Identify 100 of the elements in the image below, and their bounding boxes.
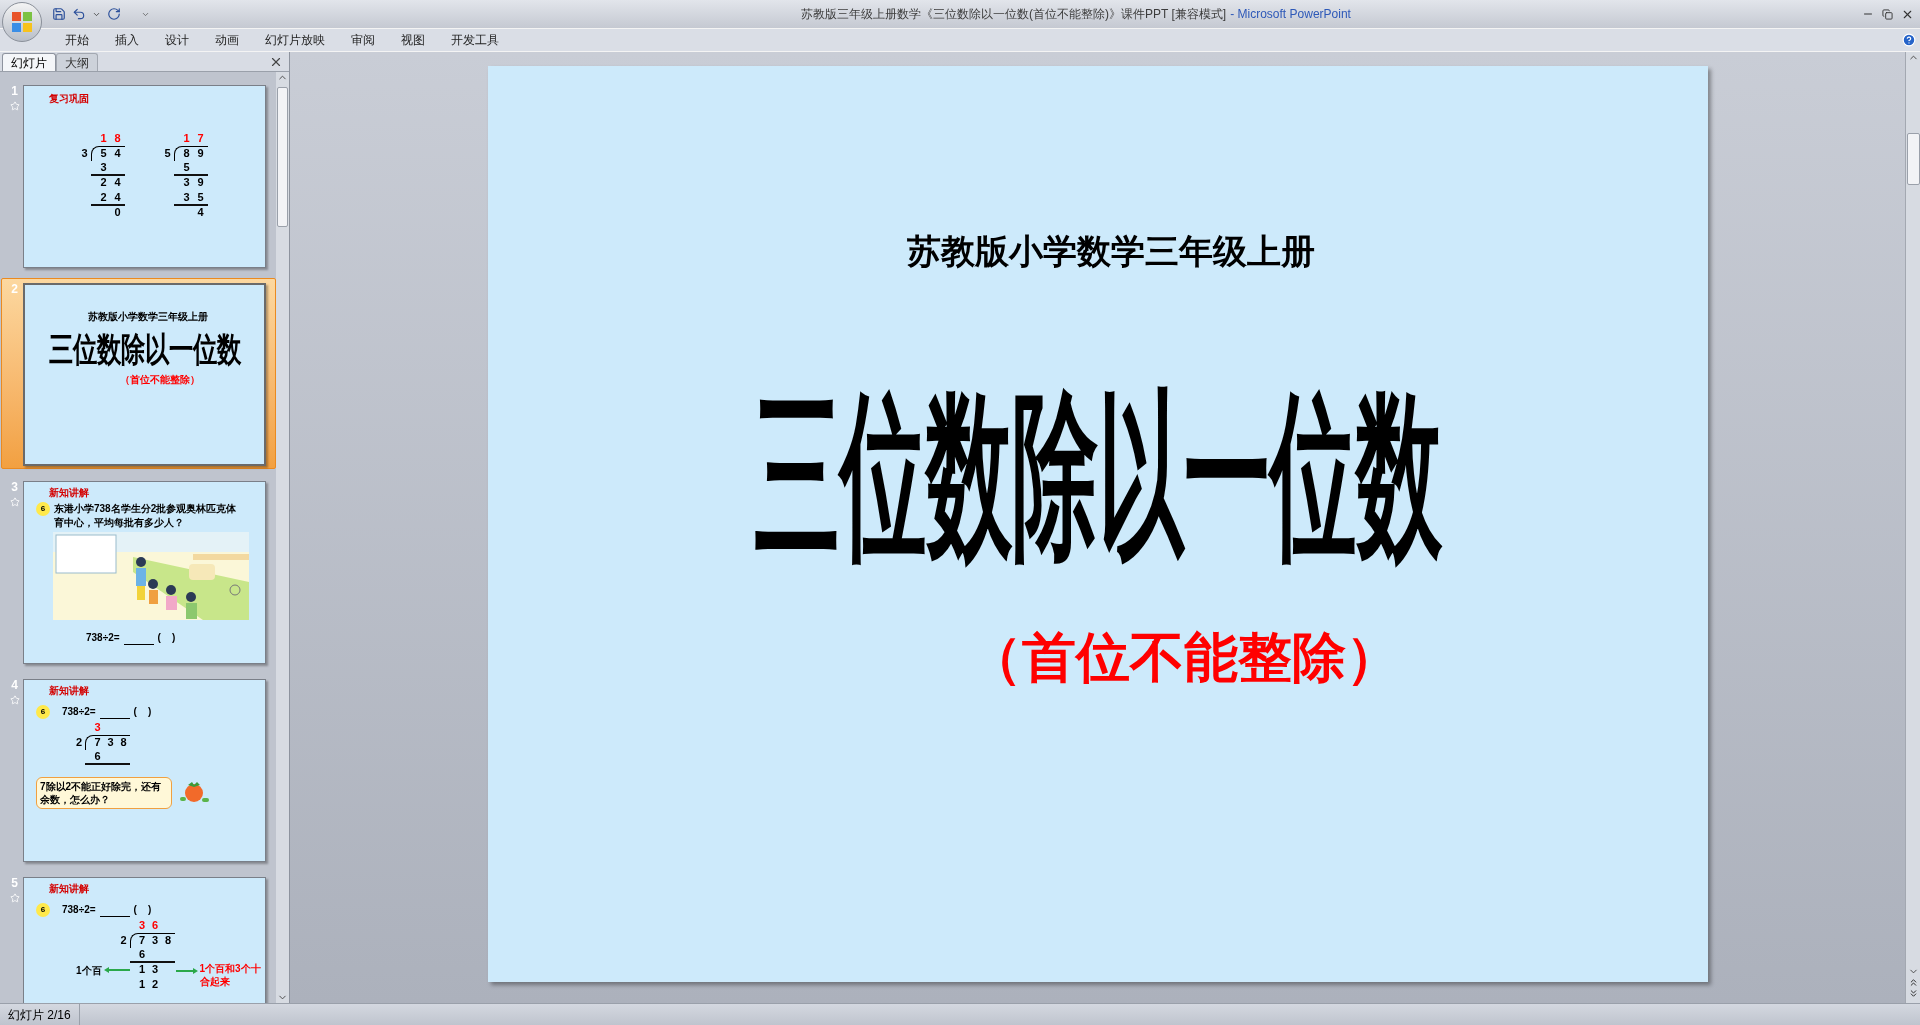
digit: 3	[151, 962, 160, 976]
office-logo-icon	[11, 11, 33, 33]
left-arrow-icon	[103, 967, 130, 973]
digit: 5	[99, 146, 108, 161]
redo-icon[interactable]	[107, 7, 121, 21]
slide-title: 三位数除以一位数	[48, 333, 241, 367]
digit: 3	[99, 160, 108, 174]
ribbon-tab[interactable]: 动画	[202, 31, 252, 49]
slide-indicator: 幻灯片 2/16	[0, 1004, 80, 1025]
pane-scrollbar[interactable]	[276, 72, 289, 1003]
pane-tab[interactable]: 幻灯片	[2, 53, 56, 71]
office-button[interactable]	[2, 2, 42, 42]
slide-thumbnail[interactable]: 苏教版小学数学三年级上册 三位数除以一位数 （首位不能整除）	[23, 283, 266, 466]
speech-bubble: 7除以2不能正好除完，还有余数，怎么办？	[36, 776, 172, 809]
scroll-thumb[interactable]	[1906, 133, 1920, 185]
digit: 1	[138, 977, 147, 991]
digit: 6	[93, 749, 102, 763]
number-badge: 6	[36, 502, 50, 516]
digit: 1	[99, 132, 108, 146]
digit: 8	[182, 146, 191, 161]
digit: 4	[113, 175, 122, 189]
digit: 1	[182, 132, 191, 146]
digit: 7	[93, 735, 102, 750]
digit: 2	[99, 175, 108, 189]
equation: 738÷2=	[86, 631, 120, 645]
slide-note: （首位不能整除）	[967, 625, 1400, 689]
ribbon-tab[interactable]: 审阅	[338, 31, 388, 49]
slide-title: 三位数除以一位数	[753, 384, 1442, 566]
question-text: 东港小学738名学生分2批参观奥林匹克体育中心，平均每批有多少人？	[54, 502, 238, 530]
digit: 5	[182, 160, 191, 174]
answer-parentheses: ( )	[133, 903, 152, 917]
ribbon-tab[interactable]: 设计	[152, 31, 202, 49]
close-pane-icon[interactable]	[269, 55, 283, 69]
right-arrow-icon	[175, 968, 198, 974]
help-icon[interactable]	[1902, 33, 1916, 47]
digit: 2	[76, 735, 84, 750]
slide-note: （首位不能整除）	[119, 373, 200, 387]
slide-number: 4	[11, 679, 18, 691]
answer-parentheses: ( )	[133, 705, 152, 719]
slide-number: 2	[11, 283, 18, 295]
restore-icon[interactable]	[1882, 8, 1893, 20]
slide-thumbnail[interactable]: 新知讲解 6 东港小学738名学生分2批参观奥林匹克体育中心，平均每批有多少人？ 738÷2= ( )	[23, 481, 266, 664]
main-scrollbar[interactable]	[1905, 52, 1920, 1003]
digit: 8	[119, 735, 128, 750]
slide-number: 1	[11, 85, 18, 97]
ribbon-tab[interactable]: 视图	[388, 31, 438, 49]
slide-subtitle: 苏教版小学数学三年级上册	[906, 230, 1315, 273]
digit: 9	[196, 175, 205, 189]
digit: 8	[164, 933, 173, 948]
digit: 3	[81, 146, 89, 161]
digit: 3	[106, 735, 115, 750]
window-title: 苏教版三年级上册数学《三位数除以一位数(首位不能整除)》课件PPT [兼容模式]	[801, 6, 1227, 23]
digit: 4	[113, 190, 122, 204]
step-label: 1个百和3个十合起来	[199, 963, 262, 988]
digit: 5	[196, 190, 205, 204]
digit: 3	[93, 721, 102, 735]
digit: 8	[113, 132, 122, 146]
equation: 738÷2=	[62, 705, 96, 719]
digit: 4	[196, 205, 205, 219]
digit: 7	[196, 132, 205, 146]
slide-thumbnail[interactable]: 复习巩固 1 8 3 5 4 3 2 4 2 4 0 1 7 5 8 9 5 3 9 3 5 4	[23, 85, 266, 268]
slide-subtitle: 苏教版小学数学三年级上册	[87, 310, 208, 324]
digit: 2	[120, 933, 128, 948]
ribbon-tab[interactable]: 幻灯片放映	[252, 31, 338, 49]
digit: 7	[138, 933, 147, 948]
digit: 3	[182, 175, 191, 189]
save-icon[interactable]	[52, 7, 66, 21]
scroll-thumb[interactable]	[277, 87, 288, 227]
digit: 6	[138, 947, 147, 961]
slide-heading: 新知讲解	[49, 686, 90, 696]
digit: 2	[99, 190, 108, 204]
ribbon-tab[interactable]: 开发工具	[438, 31, 512, 49]
number-badge: 6	[36, 704, 50, 719]
equation: 738÷2=	[62, 903, 96, 917]
slide-number: 3	[11, 481, 18, 493]
digit: 1	[138, 962, 147, 976]
number-badge: 6	[36, 902, 50, 917]
digit: 5	[164, 146, 172, 161]
digit: 3	[151, 933, 160, 948]
undo-icon[interactable]	[72, 7, 86, 21]
digit: 0	[113, 205, 122, 219]
slide-heading: 新知讲解	[49, 488, 90, 498]
slide-thumbnail[interactable]: 新知讲解 6 738÷2= ( ) 3 2 7 3 8 6 7除以2不能正好除完，还有余数，怎么办？	[23, 679, 266, 862]
digit: 6	[151, 919, 160, 933]
ribbon-tab[interactable]: 插入	[102, 31, 152, 49]
step-label: 1个百	[76, 963, 102, 978]
digit: 3	[182, 190, 191, 204]
digit: 2	[151, 977, 160, 991]
answer-parentheses: ( )	[157, 631, 176, 645]
tomato-character-drawing	[178, 780, 210, 805]
digit: 9	[196, 146, 205, 161]
digit: 3	[138, 919, 147, 933]
ribbon-tab[interactable]: 开始	[52, 31, 102, 49]
slide-heading: 复习巩固	[49, 94, 90, 104]
digit: 4	[113, 146, 122, 161]
slide-number: 5	[11, 877, 18, 889]
app-name: - Microsoft PowerPoint	[1230, 6, 1351, 23]
slide-heading: 新知讲解	[49, 884, 90, 894]
slide-thumbnail[interactable]: 新知讲解 6 738÷2= ( ) 3 6 2 7 3 8 6 1个百 1 3 1 2 1个百和3个十合起来	[23, 877, 266, 1003]
pane-tab[interactable]: 大纲	[56, 53, 98, 71]
